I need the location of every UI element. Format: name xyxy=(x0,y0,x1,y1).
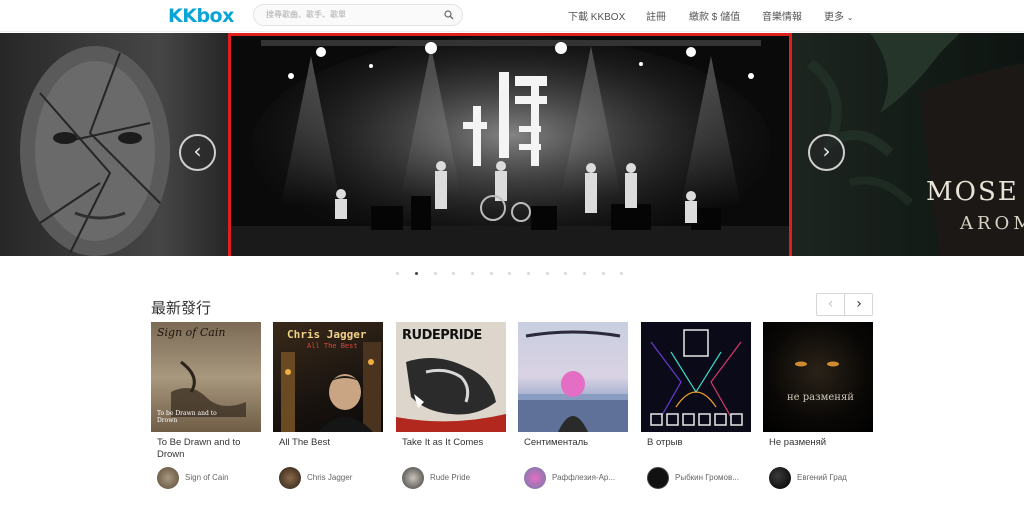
cover-text-title: All The Best xyxy=(307,342,358,350)
artist-avatar[interactable] xyxy=(157,467,179,489)
carousel-dot[interactable] xyxy=(527,272,530,275)
album-title[interactable]: All The Best xyxy=(279,437,383,449)
album-title[interactable]: To Be Drawn and to Drown xyxy=(157,437,261,461)
carousel-dot[interactable] xyxy=(508,272,511,275)
cover-text-title: To be Drawn and to Drown xyxy=(157,410,217,424)
album-title[interactable]: В отрыв xyxy=(647,437,751,449)
artist-avatar[interactable] xyxy=(279,467,301,489)
search-input[interactable]: 搜尋歌曲、歌手、歌單 xyxy=(253,4,463,26)
album-title[interactable]: Take It as It Comes xyxy=(402,437,506,449)
carousel-prev-button[interactable]: ‹ xyxy=(179,134,216,171)
artist-avatar[interactable] xyxy=(402,467,424,489)
album-cover[interactable] xyxy=(641,322,751,432)
next-slide-title-line1: MOSE xyxy=(926,177,1019,207)
artist-name[interactable]: Sign of Cain xyxy=(185,473,265,482)
album-cover[interactable]: Sign of Cain To be Drawn and to Drown xyxy=(151,322,261,432)
section-pager: ‹ › xyxy=(816,293,873,316)
section-title-new-releases: 最新發行 xyxy=(151,300,212,317)
chevron-right-icon: › xyxy=(856,296,862,312)
artist-avatar[interactable] xyxy=(647,467,669,489)
cover-art xyxy=(795,361,839,367)
album-cover[interactable] xyxy=(518,322,628,432)
search-icon[interactable] xyxy=(444,10,454,20)
artist-avatar[interactable] xyxy=(524,467,546,489)
artist-name[interactable]: Евгений Град xyxy=(797,473,877,482)
album-cover[interactable]: Chris Jagger All The Best xyxy=(273,322,383,432)
cover-text-logo: RUDEPRIDE xyxy=(402,328,482,343)
album-title[interactable]: Не разменяй xyxy=(769,437,873,449)
cover-text-band: Sign of Cain xyxy=(157,326,226,339)
carousel-next-button[interactable]: › xyxy=(808,134,845,171)
album-card[interactable]: RUDEPRIDE Take It as It Comes Rude Pride xyxy=(396,322,506,489)
album-card[interactable]: Сентименталь Раффлезия-Ар... xyxy=(518,322,628,489)
artist-name[interactable]: Rude Pride xyxy=(430,473,510,482)
album-card[interactable]: Chris Jagger All The Best All The Best C… xyxy=(273,322,383,489)
cover-art xyxy=(518,330,628,432)
nav-payment[interactable]: 繳款 $ 儲值 xyxy=(689,8,740,23)
kkbox-logo[interactable]: KKbox xyxy=(168,5,234,27)
artist-avatar[interactable] xyxy=(769,467,791,489)
cover-text-title: не разменяй xyxy=(787,392,854,403)
carousel-dot[interactable] xyxy=(471,272,474,275)
nav-register[interactable]: 註冊 xyxy=(646,8,666,23)
album-cover[interactable]: RUDEPRIDE xyxy=(396,322,506,432)
carousel-dot[interactable] xyxy=(490,272,493,275)
pager-next-button[interactable]: › xyxy=(845,294,873,315)
album-card[interactable]: Sign of Cain To be Drawn and to Drown To… xyxy=(151,322,261,489)
cover-text-artist: Chris Jagger xyxy=(287,328,367,341)
chevron-left-icon: ‹ xyxy=(193,139,202,163)
carousel-dot[interactable] xyxy=(434,272,437,275)
cover-art xyxy=(650,329,743,426)
carousel-dot[interactable] xyxy=(583,272,586,275)
active-banner-slide[interactable] xyxy=(228,33,792,256)
next-slide-title-line2: AROM xyxy=(960,213,1024,234)
carousel-dot[interactable] xyxy=(396,272,399,275)
concert-stage-image xyxy=(231,36,789,256)
nav-more[interactable]: 更多 ⌄ xyxy=(824,8,853,23)
nav-download[interactable]: 下載 KKBOX xyxy=(568,8,625,23)
banner-carousel: MOSE AROM xyxy=(0,33,1024,256)
chevron-down-icon: ⌄ xyxy=(846,13,854,22)
carousel-dot[interactable] xyxy=(620,272,623,275)
artist-name[interactable]: Chris Jagger xyxy=(307,473,387,482)
pager-prev-button[interactable]: ‹ xyxy=(817,294,845,315)
carousel-dot[interactable] xyxy=(546,272,549,275)
search-placeholder: 搜尋歌曲、歌手、歌單 xyxy=(266,10,346,19)
chevron-right-icon: › xyxy=(822,139,831,163)
top-header: KKbox 搜尋歌曲、歌手、歌單 下載 KKBOX 註冊 繳款 $ 儲值 音樂情… xyxy=(0,0,1024,32)
nav-music-news[interactable]: 音樂情報 xyxy=(762,8,802,23)
carousel-dot[interactable] xyxy=(564,272,567,275)
album-title[interactable]: Сентименталь xyxy=(524,437,628,449)
album-card[interactable]: В отрыв Рыбкин Громов... xyxy=(641,322,751,489)
artist-name[interactable]: Рыбкин Громов... xyxy=(675,473,755,482)
artist-name[interactable]: Раффлезия-Ар... xyxy=(552,473,632,482)
album-card[interactable]: не разменяй Не разменяй Евгений Град xyxy=(763,322,873,489)
carousel-dot[interactable] xyxy=(452,272,455,275)
chevron-left-icon: ‹ xyxy=(827,296,834,312)
carousel-dot-active[interactable] xyxy=(415,272,418,275)
carousel-dot[interactable] xyxy=(602,272,605,275)
album-cover[interactable]: не разменяй xyxy=(763,322,873,432)
